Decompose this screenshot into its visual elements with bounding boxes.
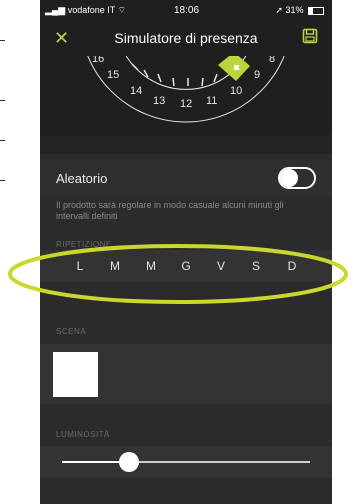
highlight-ellipse (8, 244, 348, 304)
